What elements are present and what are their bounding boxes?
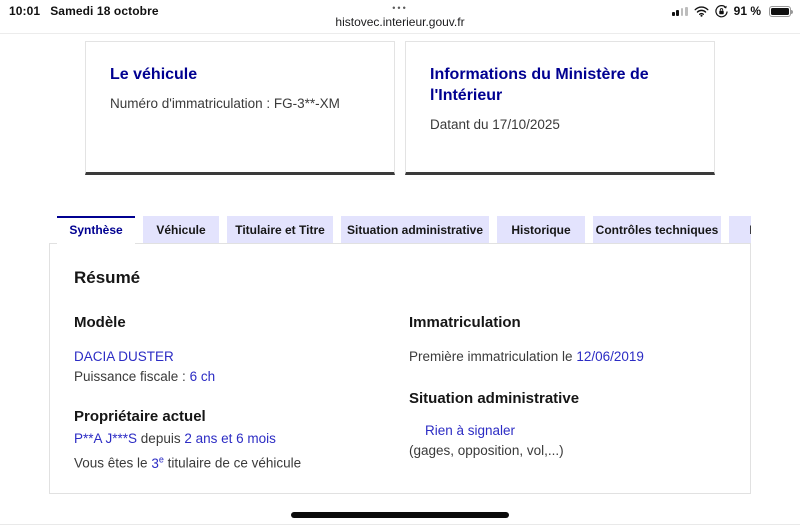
report-tabs-section: Synthèse Véhicule Titulaire et Titre Sit… — [49, 216, 751, 494]
holder-rank: 3e — [151, 454, 164, 471]
tab-controles-techniques[interactable]: Contrôles techniques — [593, 216, 721, 243]
panel-columns: Modèle DACIA DUSTER Puissance fiscale : … — [74, 312, 726, 474]
data-date-value: 17/10/2025 — [492, 117, 560, 132]
data-date-label: Datant du — [430, 117, 493, 132]
owner-since-label: depuis — [137, 431, 185, 446]
owner-heading: Propriétaire actuel — [74, 408, 206, 425]
registration-number-value: FG-3**-XM — [273, 96, 340, 111]
fiscal-power-value: 6 ch — [189, 369, 216, 384]
tab-situation-administrative[interactable]: Situation administrative — [341, 216, 489, 243]
synthese-panel: Résumé Modèle DACIA DUSTER Puissance fis… — [49, 243, 751, 494]
holder-suffix: titulaire de ce véhicule — [163, 455, 302, 471]
ministry-card: Informations du Ministère de l'Intérieur… — [405, 41, 715, 175]
first-registration-label: Première immatriculation le — [409, 349, 577, 364]
holder-prefix: Vous êtes le — [74, 455, 152, 471]
admin-status: Rien à signaler — [425, 423, 516, 438]
ministry-card-body: Datant du 17/10/2025 — [430, 115, 690, 134]
owner-name: P**A J***S — [74, 431, 138, 446]
right-column: Immatriculation Première immatriculation… — [409, 312, 726, 474]
registration-heading: Immatriculation — [409, 314, 521, 331]
first-registration-line: Première immatriculation le 12/06/2019 — [409, 347, 726, 367]
tab-titulaire-et-titre[interactable]: Titulaire et Titre — [227, 216, 333, 243]
ipad-screen: 10:01 Samedi 18 octobre 91 % ••• histove… — [0, 0, 800, 525]
page-options-button[interactable]: ••• — [392, 4, 407, 13]
tab-historique[interactable]: Historique — [497, 216, 585, 243]
tab-synthese[interactable]: Synthèse — [57, 216, 135, 244]
owner-since-value: 2 ans et 6 mois — [184, 431, 276, 446]
model-value: DACIA DUSTER — [74, 349, 174, 364]
home-indicator[interactable] — [291, 512, 509, 518]
fiscal-power-line: Puissance fiscale : 6 ch — [74, 367, 409, 387]
admin-note: (gages, opposition, vol,...) — [409, 443, 564, 458]
tab-bar: Synthèse Véhicule Titulaire et Titre Sit… — [57, 216, 751, 244]
first-registration-date: 12/06/2019 — [576, 349, 644, 364]
vehicle-card-body: Numéro d'immatriculation : FG-3**-XM — [110, 94, 370, 113]
owner-line: P**A J***S depuis 2 ans et 6 mois — [74, 429, 409, 449]
admin-situation-heading: Situation administrative — [409, 390, 580, 407]
tab-vehicule[interactable]: Véhicule — [143, 216, 219, 243]
ministry-card-title: Informations du Ministère de l'Intérieur — [430, 66, 649, 104]
vehicle-card: Le véhicule Numéro d'immatriculation : F… — [85, 41, 395, 175]
left-column: Modèle DACIA DUSTER Puissance fiscale : … — [74, 312, 409, 474]
summary-cards: Le véhicule Numéro d'immatriculation : F… — [85, 41, 715, 175]
holder-rank-line: Vous êtes le 3e titulaire de ce véhicule — [74, 449, 409, 474]
address-bar[interactable]: histovec.interieur.gouv.fr — [0, 15, 800, 29]
fiscal-power-label: Puissance fiscale : — [74, 369, 190, 384]
registration-number-label: Numéro d'immatriculation : — [110, 96, 274, 111]
panel-title: Résumé — [74, 268, 141, 287]
tab-kilometrage[interactable]: Kilométrage — [729, 216, 751, 243]
model-heading: Modèle — [74, 314, 126, 331]
vehicle-card-title: Le véhicule — [110, 66, 198, 83]
